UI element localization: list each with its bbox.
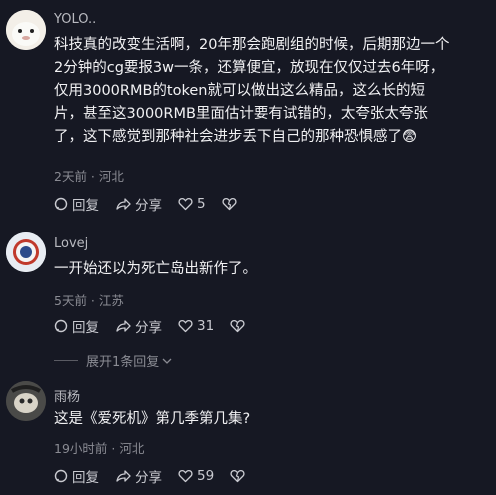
comment-username[interactable]: Lovej [54,236,88,251]
like-count: 31 [197,318,215,334]
comment-text: 科技真的改变生活啊，20年那会跑剧组的时候，后期那边一个 2分钟的cg要报3w一… [54,34,486,149]
reply-label: 回复 [72,320,99,336]
dislike-button[interactable] [230,319,249,333]
comment-text-line: 了，这下感觉到那种社会进步丢下自己的那种恐惧感了😨 [54,129,418,145]
photo-avatar-icon [6,381,46,421]
comment-text-line: 2分钟的cg要报3w一条，还算便宜，放现在仅仅过去6年呀， [54,60,445,76]
share-icon [116,320,131,332]
comment-meta: 5天前 · 江苏 [54,293,124,308]
share-icon [116,198,131,210]
reply-label: 回复 [72,470,99,486]
avatar[interactable] [6,381,46,421]
comment-meta: 19小时前 · 河北 [54,441,145,456]
share-label: 分享 [135,470,162,486]
reply-icon [54,469,68,483]
like-count: 5 [197,196,206,212]
heart-icon [178,470,193,483]
comment-text: 一开始还以为死亡岛出新作了。 [54,261,257,277]
like-button[interactable]: 59 [178,468,214,484]
avatar[interactable] [6,232,46,272]
reply-icon [54,319,68,333]
avatar[interactable] [6,10,46,50]
dislike-button[interactable] [230,469,249,483]
comment-actions: 回复 分享 31 [54,316,265,336]
badge-avatar-icon [6,232,46,272]
expand-replies-button[interactable]: 展开1条回复 [54,351,173,370]
broken-heart-icon [230,470,245,483]
like-button[interactable]: 31 [178,318,214,334]
share-button[interactable]: 分享 [115,316,162,336]
share-label: 分享 [135,198,162,214]
comment-meta: 2天前 · 河北 [54,169,124,184]
broken-heart-icon [230,320,245,333]
like-button[interactable]: 5 [178,196,206,212]
divider [54,360,78,361]
expand-replies-label: 展开1条回复 [86,355,160,370]
share-icon [116,470,131,482]
comment-text-line: 仅用3000RMB的token就可以做出这么精品，这么长的短 [54,83,425,99]
comment-username[interactable]: YOLO.. [54,12,96,27]
comment-text: 这是《爱死机》第几季第几集? [54,411,251,427]
cat-avatar-icon [6,10,46,50]
reply-label: 回复 [72,198,99,214]
reply-icon [54,197,68,211]
like-count: 59 [197,468,215,484]
heart-icon [178,198,193,211]
broken-heart-icon [222,198,237,211]
share-label: 分享 [135,320,162,336]
chevron-down-icon [162,358,172,364]
reply-button[interactable]: 回复 [54,316,99,336]
comment-text-line: 片，甚至这3000RMB里面估计要有试错的，太夸张太夸张 [54,106,428,122]
comment-username[interactable]: 雨杨 [54,386,80,405]
comment-text-line: 科技真的改变生活啊，20年那会跑剧组的时候，后期那边一个 [54,37,450,53]
comment-actions: 回复 分享 5 [54,194,257,214]
share-button[interactable]: 分享 [115,194,162,214]
reply-button[interactable]: 回复 [54,466,99,486]
dislike-button[interactable] [222,197,241,211]
reply-button[interactable]: 回复 [54,194,99,214]
heart-icon [178,320,193,333]
comment-actions: 回复 分享 59 [54,466,265,486]
share-button[interactable]: 分享 [115,466,162,486]
